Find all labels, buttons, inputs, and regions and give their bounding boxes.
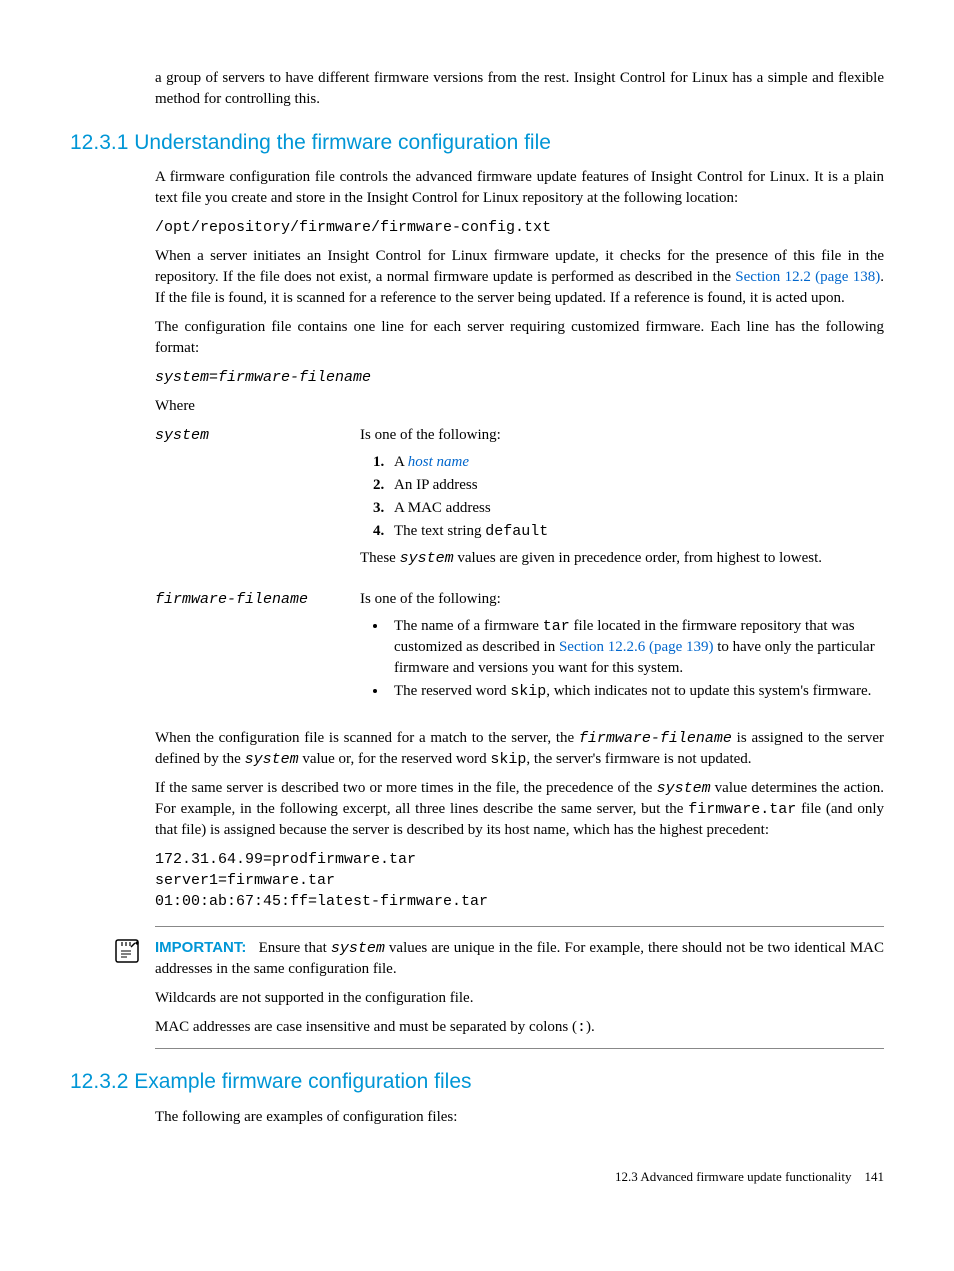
list-item: The reserved word skip, which indicates …: [388, 681, 884, 702]
list-item: The text string default: [388, 521, 884, 542]
body-paragraph: If the same server is described two or m…: [155, 778, 884, 841]
term-system-description: Is one of the following: A host name An …: [360, 425, 884, 589]
glossary-link[interactable]: host name: [408, 454, 469, 470]
intro-paragraph: a group of servers to have different fir…: [155, 68, 884, 110]
admonition-paragraph: IMPORTANT: Ensure that system values are…: [155, 937, 884, 980]
example-code-block: 172.31.64.99=prodfirmware.tar server1=fi…: [155, 849, 884, 912]
admonition-paragraph: MAC addresses are case insensitive and m…: [155, 1017, 884, 1038]
section-heading-12-3-1: 12.3.1 Understanding the firmware config…: [70, 128, 884, 157]
precedence-note: These system values are given in precede…: [360, 548, 884, 569]
body-paragraph: When the configuration file is scanned f…: [155, 728, 884, 770]
page-footer: 12.3 Advanced firmware update functional…: [70, 1168, 884, 1186]
list-item: An IP address: [388, 475, 884, 496]
important-label: IMPORTANT:: [155, 939, 246, 956]
body-paragraph: A firmware configuration file controls t…: [155, 167, 884, 209]
section-heading-12-3-2: 12.3.2 Example firmware configuration fi…: [70, 1067, 884, 1096]
list-item: A host name: [388, 452, 884, 473]
section-link[interactable]: Section 12.2.6 (page 139): [559, 639, 714, 655]
term-firmware-filename: firmware-filename: [155, 591, 308, 608]
important-admonition: IMPORTANT: Ensure that system values are…: [155, 926, 884, 1049]
admonition-paragraph: Wildcards are not supported in the confi…: [155, 988, 884, 1009]
body-paragraph: When a server initiates an Insight Contr…: [155, 246, 884, 309]
list-item: The name of a firmware tar file located …: [388, 616, 884, 679]
body-paragraph: The following are examples of configurat…: [155, 1107, 884, 1128]
format-line: system=firmware-filename: [155, 367, 884, 388]
term-system: system: [155, 427, 209, 444]
list-item: A MAC address: [388, 498, 884, 519]
body-paragraph: The configuration file contains one line…: [155, 317, 884, 359]
definition-list: system Is one of the following: A host n…: [155, 425, 884, 720]
config-file-path: /opt/repository/firmware/firmware-config…: [155, 217, 884, 238]
section-link[interactable]: Section 12.2 (page 138): [735, 269, 880, 285]
important-icon: [113, 937, 141, 965]
where-label: Where: [155, 396, 884, 417]
page-number: 141: [865, 1169, 885, 1184]
term-firmware-filename-description: Is one of the following: The name of a f…: [360, 589, 884, 720]
